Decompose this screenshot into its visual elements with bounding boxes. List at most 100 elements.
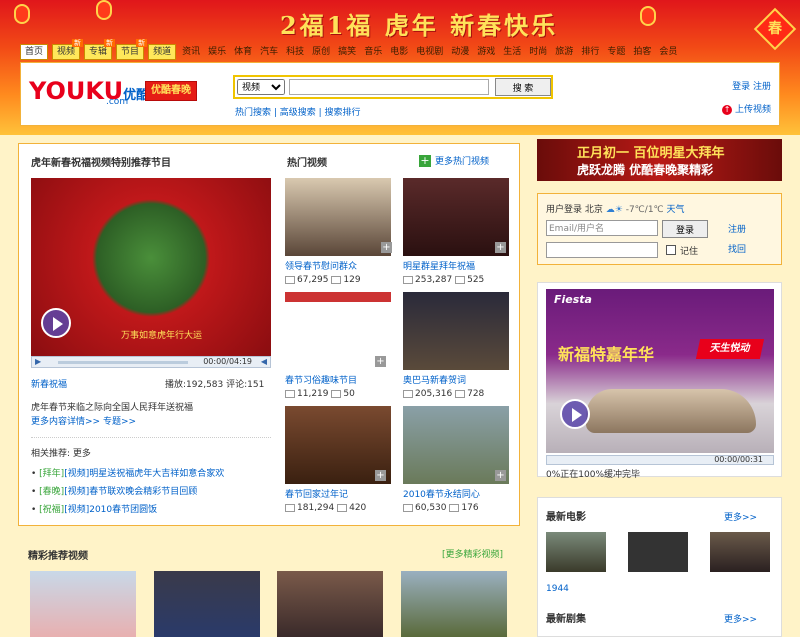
play-icon[interactable] [560,399,590,429]
movie-thumb[interactable] [710,532,770,572]
banner-title: 2福1福 虎年 新春快乐 [280,11,559,40]
comment-icon [455,389,466,398]
feature-desc: 虎年春节来临之际向全国人民拜年送祝福 [31,403,194,413]
search-input[interactable] [289,79,489,95]
feature-more-links[interactable]: 更多内容详情>> 专题>> [31,414,136,427]
list-item[interactable]: • [拜年][视频]明星送祝福虎年大吉祥如意合家欢 [31,466,224,479]
search-button[interactable]: 搜 索 [495,78,551,96]
tab-channel[interactable]: 频道 [148,44,177,60]
tab-show[interactable]: 节目新 [116,39,148,60]
video-thumb[interactable] [403,292,509,370]
forgot-link[interactable]: 找回 [728,242,746,255]
bottom-more-link[interactable]: [更多精彩视频] [442,547,503,560]
movie-thumb[interactable] [546,532,606,572]
ad-player-controls[interactable]: 00:00/00:31 [546,455,774,465]
rec-more-link[interactable]: 更多>> [724,510,757,523]
ad-status: 0%正在100%缓冲完毕 [546,470,641,480]
nav-link[interactable]: 专题 [605,44,627,60]
play-count-icon [285,503,295,512]
youku-logo[interactable]: YOUKU优酷 [29,77,149,105]
rec2-title: 最新剧集 [546,614,586,625]
password-field[interactable] [546,242,658,258]
rec2-more-link[interactable]: 更多>> [724,612,757,625]
nav-link[interactable]: 时尚 [527,44,549,60]
thumb-title[interactable]: 奥巴马新春贺词 [403,373,466,386]
login-register-link[interactable]: 登录 注册 [722,79,771,92]
email-field[interactable]: Email/用户名 [546,220,658,236]
nav-link[interactable]: 游戏 [475,44,497,60]
ad-time: 00:00/00:31 [714,455,763,464]
video-thumb[interactable] [401,571,507,637]
nav-link[interactable]: 生活 [501,44,523,60]
thumb-title[interactable]: 明星群星拜年祝福 [403,259,475,272]
ad-video[interactable]: Fiesta 新福特嘉年华 天生悦动 [546,289,774,453]
add-icon[interactable]: + [375,470,386,481]
add-icon[interactable]: + [419,155,431,167]
nav-link[interactable]: 电影 [388,44,410,60]
thumb-stats: 67,295 129 [285,275,361,285]
thumb-title[interactable]: 春节习俗趣味节目 [285,373,357,386]
hot-title: 热门视频 [287,158,327,169]
login-button[interactable]: 登录 [662,220,708,238]
upload-link[interactable]: 上传视频 [735,105,771,115]
volume-icon[interactable]: ◀ [261,357,267,366]
nav-link[interactable]: 拍客 [631,44,653,60]
movie-title[interactable]: 1944 [546,584,569,594]
nav-link[interactable]: 会员 [657,44,679,60]
nav-link[interactable]: 体育 [232,44,254,60]
feature-name[interactable]: 新春祝福 [31,377,67,390]
add-icon[interactable]: + [495,242,506,253]
list-item[interactable]: • [祝福][视频]2010春节团圆饭 [31,502,157,515]
add-icon[interactable]: + [381,242,392,253]
tab-album[interactable]: 专辑新 [84,39,116,60]
nav-link[interactable]: 动漫 [449,44,471,60]
video-thumb[interactable] [285,178,391,256]
tab-home[interactable]: 首页 [20,44,49,60]
spring-diamond-icon: 春 [753,7,797,51]
header: YOUKU优酷 .com 优酷春晚 视频 搜 索 热门搜索 | 高级搜索 | 搜… [20,62,780,126]
list-item[interactable]: • [春晚][视频]春节联欢晚会精彩节目回顾 [31,484,197,497]
chunwan-badge[interactable]: 优酷春晚 [145,81,197,101]
video-thumb[interactable] [285,292,391,302]
movie-thumb[interactable] [628,532,688,572]
tab-video[interactable]: 视频新 [52,39,84,60]
nav-link[interactable]: 资讯 [180,44,202,60]
video-thumb[interactable] [154,571,260,637]
video-thumb[interactable] [30,571,136,637]
video-thumb[interactable] [403,178,509,256]
nav-link[interactable]: 原创 [310,44,332,60]
nav-link[interactable]: 娱乐 [206,44,228,60]
progress-track[interactable] [58,361,188,364]
chunwan-promo-banner[interactable]: 正月初一 百位明星大拜年 虎跃龙腾 优酷春晚聚精彩 [537,139,782,181]
promo-line-1: 正月初一 百位明星大拜年 [577,146,725,161]
nav-link[interactable]: 汽车 [258,44,280,60]
weather-link[interactable]: 天气 [667,205,685,215]
nav-link[interactable]: 电视剧 [414,44,445,60]
nav-link[interactable]: 科技 [284,44,306,60]
thumb-stats: 11,219 50 [285,389,355,399]
search-links[interactable]: 热门搜索 | 高级搜索 | 搜索排行 [235,105,361,118]
related-title[interactable]: 相关推荐: 更多 [31,446,91,459]
play-icon[interactable] [41,308,71,338]
video-thumb[interactable] [403,406,509,484]
nav-link[interactable]: 排行 [579,44,601,60]
video-thumb[interactable] [277,571,383,637]
nav-link[interactable]: 旅游 [553,44,575,60]
feature-video-player[interactable]: 万事如意虎年行大运 [31,178,271,356]
player-controls[interactable]: ▶ 00:00/04:19 ◀ [31,356,271,368]
thumb-title[interactable]: 春节回家过年记 [285,487,348,500]
play-small-icon[interactable]: ▶ [35,357,41,366]
register-link[interactable]: 注册 [728,222,746,235]
add-icon[interactable]: + [495,470,506,481]
thumb-title[interactable]: 2010春节永结同心 [403,487,480,500]
nav-link[interactable]: 音乐 [362,44,384,60]
login-title: 用户登录 北京 [546,205,603,215]
thumb-title[interactable]: 领导春节慰问群众 [285,259,357,272]
comment-icon [331,389,342,398]
add-icon[interactable]: + [375,356,386,367]
nav-link[interactable]: 搞笑 [336,44,358,60]
search-type-select[interactable]: 视频 [237,79,285,95]
hot-more-link[interactable]: 更多热门视频 [435,154,489,167]
remember-checkbox[interactable] [666,245,676,255]
divider [31,437,271,438]
